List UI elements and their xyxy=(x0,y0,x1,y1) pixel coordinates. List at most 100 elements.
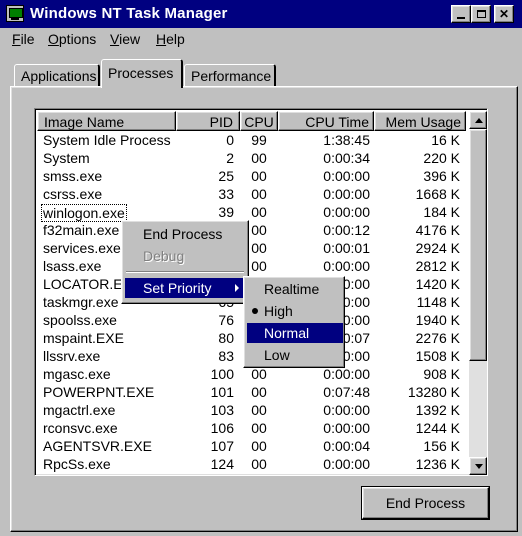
process-name: System xyxy=(43,150,90,166)
process-cpu-time: 0:00:34 xyxy=(323,150,370,166)
process-cpu-time: 0:00:00 xyxy=(323,258,370,274)
process-mem-usage: 396 K xyxy=(423,168,460,184)
arrow-down-icon xyxy=(475,464,483,469)
scroll-thumb[interactable] xyxy=(469,129,487,361)
process-mem-usage: 184 K xyxy=(423,204,460,220)
column-image-name[interactable]: Image Name xyxy=(37,111,176,131)
process-cpu: 00 xyxy=(251,204,267,220)
task-manager-icon[interactable] xyxy=(6,5,24,22)
process-row[interactable]: rconsvc.exe 106 00 0:00:00 1244 K xyxy=(37,420,469,438)
process-mem-usage: 908 K xyxy=(423,366,460,382)
process-row[interactable]: RpcSs.exe 124 00 0:00:00 1236 K xyxy=(37,456,469,474)
process-pid: 101 xyxy=(210,384,234,400)
process-pid: 124 xyxy=(210,456,234,472)
process-name: POWERPNT.EXE xyxy=(43,384,155,400)
menu-bar: File Options View Help xyxy=(0,28,522,52)
minimize-button[interactable] xyxy=(451,5,471,23)
process-mem-usage: 2812 K xyxy=(415,258,460,274)
process-pid: 103 xyxy=(210,402,234,418)
menu-file-rest: ile xyxy=(20,31,35,47)
process-pid: 76 xyxy=(218,312,234,328)
process-name: rconsvc.exe xyxy=(43,420,118,436)
column-pid[interactable]: PID xyxy=(176,111,240,131)
process-cpu-time: 0:00:00 xyxy=(323,420,370,436)
tab-applications[interactable]: Applications xyxy=(14,64,100,88)
process-row[interactable]: AGENTSVR.EXE 107 00 0:00:04 156 K xyxy=(37,438,469,456)
process-row[interactable]: System Idle Process 0 99 1:38:45 16 K xyxy=(37,132,469,150)
process-cpu: 00 xyxy=(251,186,267,202)
process-cpu-time: 1:38:45 xyxy=(323,132,370,148)
priority-high[interactable]: High xyxy=(247,301,343,321)
process-name: mspaint.EXE xyxy=(43,330,124,346)
close-button[interactable]: ✕ xyxy=(494,5,514,23)
process-name: AGENTSVR.EXE xyxy=(43,438,152,454)
menu-help[interactable]: Help xyxy=(156,31,185,47)
window-title: Windows NT Task Manager xyxy=(30,5,228,22)
process-cpu-time: 0:00:00 xyxy=(323,186,370,202)
process-cpu: 00 xyxy=(251,402,267,418)
process-mem-usage: 1236 K xyxy=(415,456,460,472)
context-menu: End Process Debug Set Priority xyxy=(121,220,249,304)
process-pid: 106 xyxy=(210,420,234,436)
menu-options[interactable]: Options xyxy=(48,31,96,47)
priority-low[interactable]: Low xyxy=(247,345,343,365)
context-menu-debug: Debug xyxy=(143,248,185,264)
priority-high-label: High xyxy=(264,303,293,319)
context-menu-set-priority[interactable]: Set Priority xyxy=(125,278,245,298)
process-row[interactable]: System 2 00 0:00:34 220 K xyxy=(37,150,469,168)
process-mem-usage: 13280 K xyxy=(407,384,460,400)
process-row[interactable]: services.exe45000:00:012924 K xyxy=(37,240,469,258)
maximize-button[interactable] xyxy=(471,5,491,23)
process-name: System Idle Process xyxy=(43,132,171,148)
process-name: taskmgr.exe xyxy=(43,294,119,310)
process-name: services.exe xyxy=(43,240,121,256)
process-cpu: 00 xyxy=(251,420,267,436)
menu-file[interactable]: File xyxy=(12,31,35,47)
process-name: f32main.exe xyxy=(43,222,120,238)
process-mem-usage: 1420 K xyxy=(415,276,460,292)
context-menu-end-process[interactable]: End Process xyxy=(125,224,245,244)
process-pid: 2 xyxy=(226,150,234,166)
priority-realtime[interactable]: Realtime xyxy=(247,279,343,299)
process-cpu-time: 0:00:04 xyxy=(323,438,370,454)
process-cpu: 00 xyxy=(251,438,267,454)
column-cpu[interactable]: CPU xyxy=(240,111,278,131)
process-cpu-time: 0:00:12 xyxy=(323,222,370,238)
maximize-icon xyxy=(476,10,486,18)
process-row[interactable]: csrss.exe 33 00 0:00:00 1668 K xyxy=(37,186,469,204)
tab-processes[interactable]: Processes xyxy=(101,59,183,88)
process-pid: 39 xyxy=(218,204,234,220)
process-mem-usage: 2276 K xyxy=(415,330,460,346)
column-mem-usage[interactable]: Mem Usage xyxy=(374,111,466,131)
vertical-scrollbar[interactable] xyxy=(469,111,487,475)
process-mem-usage: 1940 K xyxy=(415,312,460,328)
process-cpu: 00 xyxy=(251,366,267,382)
process-cpu: 00 xyxy=(251,456,267,472)
process-pid: 107 xyxy=(210,438,234,454)
column-cpu-time[interactable]: CPU Time xyxy=(278,111,374,131)
process-mem-usage: 16 K xyxy=(431,132,460,148)
process-pid: 33 xyxy=(218,186,234,202)
tab-performance[interactable]: Performance xyxy=(184,64,276,88)
process-row[interactable]: mgasc.exe 100 00 0:00:00 908 K xyxy=(37,366,469,384)
process-mem-usage: 2924 K xyxy=(415,240,460,256)
priority-submenu: Realtime High Normal Low xyxy=(243,276,345,368)
priority-normal[interactable]: Normal xyxy=(247,323,343,343)
end-process-button[interactable]: End Process xyxy=(361,486,490,520)
menu-view[interactable]: View xyxy=(110,31,140,47)
process-row[interactable]: lsass.exe48000:00:002812 K xyxy=(37,258,469,276)
process-row[interactable]: smss.exe 25 00 0:00:00 396 K xyxy=(37,168,469,186)
scroll-down-button[interactable] xyxy=(469,457,487,475)
process-name: lsass.exe xyxy=(43,258,102,274)
process-row[interactable]: winlogon.exe 39 00 0:00:00 184 K xyxy=(37,204,469,222)
process-row[interactable]: POWERPNT.EXE 101 00 0:07:48 13280 K xyxy=(37,384,469,402)
process-cpu-time: 0:00:00 xyxy=(323,204,370,220)
scroll-up-button[interactable] xyxy=(469,111,487,129)
process-row[interactable]: mgactrl.exe 103 00 0:00:00 1392 K xyxy=(37,402,469,420)
process-row[interactable]: f32main.exe40000:00:124176 K xyxy=(37,222,469,240)
minimize-icon xyxy=(457,17,465,19)
process-mem-usage: 1668 K xyxy=(415,186,460,202)
title-bar: Windows NT Task Manager ✕ xyxy=(0,0,522,28)
process-name: RpcSs.exe xyxy=(43,456,111,472)
process-mem-usage: 1392 K xyxy=(415,402,460,418)
